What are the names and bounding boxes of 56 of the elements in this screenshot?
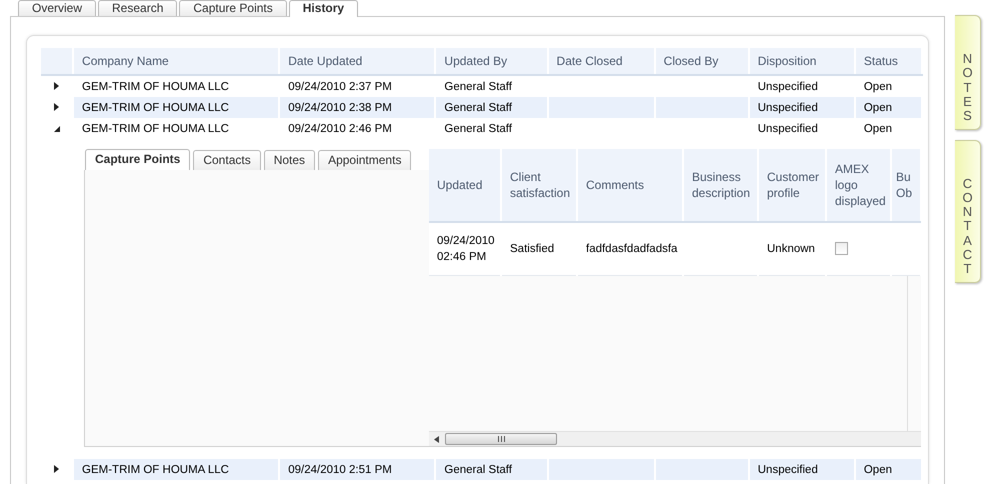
table-cell: Open bbox=[864, 80, 892, 92]
table-cell: 09/24/2010 2:38 PM bbox=[288, 102, 392, 114]
table-cell: fadfdasfdadfadsfa bbox=[586, 243, 678, 255]
column-header[interactable]: Customer profile bbox=[758, 149, 826, 222]
tab[interactable]: Overview bbox=[18, 0, 96, 16]
table-cell: 09/24/2010 2:46 PM bbox=[288, 122, 392, 134]
tab[interactable]: Appointments bbox=[318, 150, 412, 170]
table-cell: Unspecified bbox=[758, 464, 818, 476]
column-header[interactable]: Date Updated bbox=[279, 48, 436, 75]
tab[interactable]: Research bbox=[98, 0, 178, 16]
table-cell: Unspecified bbox=[758, 102, 818, 114]
table-cell: GEM-TRIM OF HOUMA LLC bbox=[82, 122, 229, 134]
table-cell: General Staff bbox=[444, 464, 512, 476]
table-cell: Unspecified bbox=[758, 80, 818, 92]
table-cell: GEM-TRIM OF HOUMA LLC bbox=[82, 102, 229, 114]
horizontal-scrollbar[interactable] bbox=[429, 431, 921, 446]
collapsed-triangle-icon[interactable] bbox=[54, 102, 60, 110]
tab[interactable]: Contacts bbox=[193, 150, 261, 170]
column-header[interactable]: Updated By bbox=[435, 48, 548, 75]
table-cell: General Staff bbox=[444, 102, 512, 114]
tab[interactable]: History bbox=[288, 0, 358, 17]
column-header[interactable]: Comments bbox=[577, 149, 683, 222]
column-header[interactable]: Bu Ob bbox=[891, 149, 921, 222]
column-header[interactable]: Date Closed bbox=[548, 48, 655, 75]
tab[interactable]: Capture Points bbox=[179, 0, 287, 16]
table-cell: General Staff bbox=[444, 80, 512, 92]
column-header[interactable]: Updated bbox=[429, 149, 501, 222]
table-cell: Open bbox=[864, 122, 892, 134]
table-cell: Unknown bbox=[767, 243, 815, 255]
tab[interactable]: Notes bbox=[264, 150, 316, 170]
table-cell: Open bbox=[864, 464, 892, 476]
table-cell: 09/24/2010 2:37 PM bbox=[288, 80, 392, 92]
tab[interactable]: Capture Points bbox=[85, 149, 190, 170]
column-header[interactable]: Disposition bbox=[748, 48, 855, 75]
side-tab[interactable]: NOTES bbox=[955, 15, 981, 130]
collapsed-triangle-icon[interactable] bbox=[54, 464, 60, 472]
checkbox[interactable] bbox=[835, 242, 848, 256]
column-header[interactable]: Status bbox=[854, 48, 922, 75]
scroll-left-icon[interactable] bbox=[434, 436, 439, 442]
expanded-triangle-icon[interactable] bbox=[54, 126, 60, 132]
collapsed-triangle-icon[interactable] bbox=[54, 82, 60, 90]
table-cell: Unspecified bbox=[758, 122, 818, 134]
column-header[interactable]: AMEX logo displayed bbox=[826, 149, 891, 222]
table-cell: GEM-TRIM OF HOUMA LLC bbox=[82, 464, 229, 476]
table-cell: 09/24/2010 02:46 PM bbox=[437, 235, 495, 263]
column-header[interactable]: Client satisfaction bbox=[501, 149, 577, 222]
side-tab[interactable]: CONTACT bbox=[955, 140, 981, 283]
scrollbar-thumb[interactable] bbox=[445, 433, 557, 445]
table-cell: 09/24/2010 2:51 PM bbox=[288, 464, 392, 476]
column-header[interactable]: Company Name bbox=[73, 48, 280, 75]
table-cell: General Staff bbox=[444, 122, 512, 134]
table-cell: Open bbox=[864, 102, 892, 114]
table-cell: Satisfied bbox=[510, 243, 554, 255]
column-header[interactable]: Business description bbox=[683, 149, 758, 222]
table-cell: GEM-TRIM OF HOUMA LLC bbox=[82, 80, 229, 92]
column-header[interactable]: Closed By bbox=[654, 48, 749, 75]
